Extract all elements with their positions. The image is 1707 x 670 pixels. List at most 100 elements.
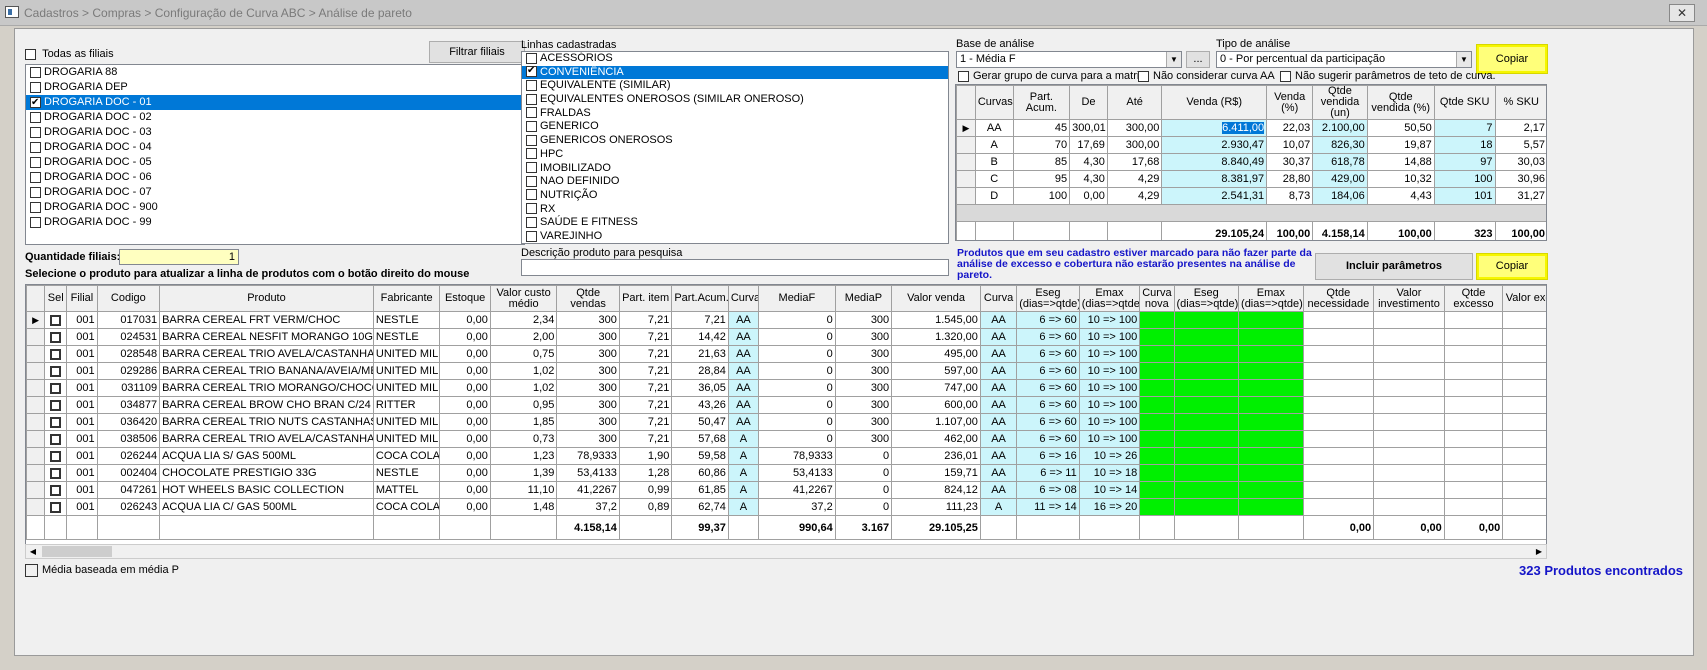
sel-checkbox-cell[interactable]: [44, 379, 68, 397]
linha-checkbox[interactable]: [526, 230, 537, 242]
table-cell[interactable]: 16 => 20: [1078, 498, 1141, 516]
table-cell[interactable]: BARRA CEREAL TRIO MORANGO/CHOCOLATE: [159, 379, 374, 397]
empty-cell[interactable]: [1443, 464, 1504, 482]
linha-checkbox[interactable]: [526, 216, 537, 228]
table-cell[interactable]: 6 => 60: [1016, 345, 1080, 363]
curvas-cell[interactable]: 22,03: [1266, 119, 1314, 137]
table-row[interactable]: 001 024531 BARRA CEREAL NESFIT MORANGO 10G…: [26, 328, 1546, 346]
table-cell[interactable]: 21,63: [671, 345, 729, 363]
curvas-cell[interactable]: 2.930,47: [1161, 136, 1268, 154]
table-cell[interactable]: NESTLE: [372, 311, 441, 329]
curvas-cell[interactable]: 8,73: [1266, 187, 1314, 205]
table-cell[interactable]: 001: [66, 498, 98, 516]
table-cell[interactable]: 6 => 60: [1016, 430, 1080, 448]
curvas-cell[interactable]: 429,00: [1312, 170, 1368, 188]
table-cell[interactable]: 0,99: [618, 481, 673, 499]
green-cell[interactable]: [1173, 498, 1240, 516]
table-row[interactable]: 001 036420 BARRA CEREAL TRIO NUTS CASTANHA…: [26, 413, 1546, 431]
empty-cell[interactable]: [1302, 430, 1375, 448]
table-row[interactable]: 001 026244 ACQUA LIA S/ GAS 500ML COCA COLA…: [26, 447, 1546, 465]
green-cell[interactable]: [1173, 464, 1240, 482]
linha-checkbox[interactable]: [526, 189, 537, 201]
produtos-col-header[interactable]: Qtde excesso: [1443, 285, 1504, 312]
table-cell[interactable]: 0,00: [439, 498, 491, 516]
linha-item[interactable]: IMOBILIZADO: [522, 162, 948, 176]
table-cell[interactable]: 031109: [96, 379, 161, 397]
curvas-col-header[interactable]: Qtde SKU: [1433, 85, 1496, 120]
filial-item[interactable]: DROGARIA DOC - 04: [26, 140, 524, 155]
table-cell[interactable]: AA: [727, 328, 760, 346]
table-cell[interactable]: 300: [556, 413, 620, 431]
produtos-col-header[interactable]: Sel: [44, 285, 68, 312]
curvas-cell[interactable]: 100: [1433, 170, 1496, 188]
curvas-cell[interactable]: 70: [1012, 136, 1071, 154]
table-cell[interactable]: 7,21: [618, 413, 673, 431]
table-cell[interactable]: 0,75: [489, 345, 558, 363]
table-cell[interactable]: 6 => 08: [1016, 481, 1080, 499]
sel-checkbox[interactable]: [50, 467, 62, 479]
produtos-col-header[interactable]: MediaP: [834, 285, 893, 312]
table-cell[interactable]: BARRA CEREAL FRT VERM/CHOC: [159, 311, 374, 329]
table-cell[interactable]: 0,00: [439, 345, 491, 363]
sel-checkbox-cell[interactable]: [44, 464, 68, 482]
linha-item[interactable]: EQUIVALENTE (SIMILAR): [522, 79, 948, 93]
produtos-col-header[interactable]: Codigo: [96, 285, 161, 312]
curvas-cell[interactable]: 10,07: [1266, 136, 1314, 154]
green-cell[interactable]: [1139, 311, 1175, 329]
table-cell[interactable]: 7,21: [618, 311, 673, 329]
table-cell[interactable]: BARRA CEREAL TRIO NUTS CASTANHAS 30G: [159, 413, 374, 431]
table-cell[interactable]: AA: [979, 430, 1018, 448]
table-cell[interactable]: 0: [758, 328, 836, 346]
table-cell[interactable]: 0: [758, 379, 836, 397]
table-cell[interactable]: 1,90: [618, 447, 673, 465]
empty-cell[interactable]: [1443, 396, 1504, 414]
table-cell[interactable]: AA: [727, 345, 760, 363]
empty-cell[interactable]: [1302, 447, 1375, 465]
table-cell[interactable]: 300: [556, 362, 620, 380]
sel-checkbox-cell[interactable]: [44, 362, 68, 380]
table-cell[interactable]: COCA COLA: [372, 498, 441, 516]
filial-item[interactable]: DROGARIA DOC - 06: [26, 170, 524, 185]
incluir-parametros-button[interactable]: Incluir parâmetros: [1315, 253, 1473, 280]
sel-checkbox[interactable]: [50, 365, 62, 377]
filial-checkbox[interactable]: [30, 111, 41, 123]
table-cell[interactable]: 10 => 100: [1078, 362, 1141, 380]
table-cell[interactable]: AA: [979, 345, 1018, 363]
copiar-button-2[interactable]: Copiar: [1476, 253, 1548, 280]
produtos-col-header[interactable]: Emax (dias=>qtde): [1238, 285, 1304, 312]
table-cell[interactable]: 0: [758, 430, 836, 448]
empty-cell[interactable]: [1443, 481, 1504, 499]
scroll-thumb[interactable]: [42, 546, 112, 557]
table-cell[interactable]: 7,21: [618, 379, 673, 397]
table-cell[interactable]: 10 => 100: [1078, 328, 1141, 346]
table-cell[interactable]: 1,39: [489, 464, 558, 482]
green-cell[interactable]: [1238, 413, 1304, 431]
table-cell[interactable]: 6 => 60: [1016, 413, 1080, 431]
curvas-col-header[interactable]: Curvas: [974, 85, 1014, 120]
sel-checkbox[interactable]: [50, 433, 62, 445]
opt-gerar-check[interactable]: [958, 70, 969, 82]
table-cell[interactable]: BARRA CEREAL TRIO BANANA/AVEIA/MEL: [159, 362, 374, 380]
chevron-down-icon[interactable]: ▼: [1166, 52, 1181, 67]
table-row[interactable]: 001 028548 BARRA CEREAL TRIO AVELA/CASTANH…: [26, 345, 1546, 363]
empty-cell[interactable]: [1502, 413, 1546, 431]
filial-checkbox[interactable]: [30, 156, 41, 168]
sel-checkbox[interactable]: [50, 382, 62, 394]
empty-cell[interactable]: [1302, 464, 1375, 482]
table-cell[interactable]: 001: [66, 362, 98, 380]
table-cell[interactable]: 10 => 100: [1078, 413, 1141, 431]
table-cell[interactable]: 7,21: [618, 396, 673, 414]
table-cell[interactable]: 78,9333: [556, 447, 620, 465]
linha-checkbox[interactable]: [526, 148, 537, 160]
empty-cell[interactable]: [1373, 430, 1445, 448]
table-cell[interactable]: 78,9333: [758, 447, 836, 465]
table-cell[interactable]: 111,23: [891, 498, 981, 516]
table-row[interactable]: 001 047261 HOT WHEELS BASIC COLLECTION MATT…: [26, 481, 1546, 499]
table-cell[interactable]: AA: [727, 311, 760, 329]
media-p-checkbox[interactable]: Média baseada em média P: [25, 564, 179, 577]
table-cell[interactable]: 28,84: [671, 362, 729, 380]
sel-checkbox-cell[interactable]: [44, 430, 68, 448]
table-cell[interactable]: AA: [727, 396, 760, 414]
curvas-row[interactable]: ▶ AA 45 300,01 300,00 6.411,00 22,03 2.100,00 50…: [956, 119, 1546, 137]
table-cell[interactable]: 001: [66, 481, 98, 499]
